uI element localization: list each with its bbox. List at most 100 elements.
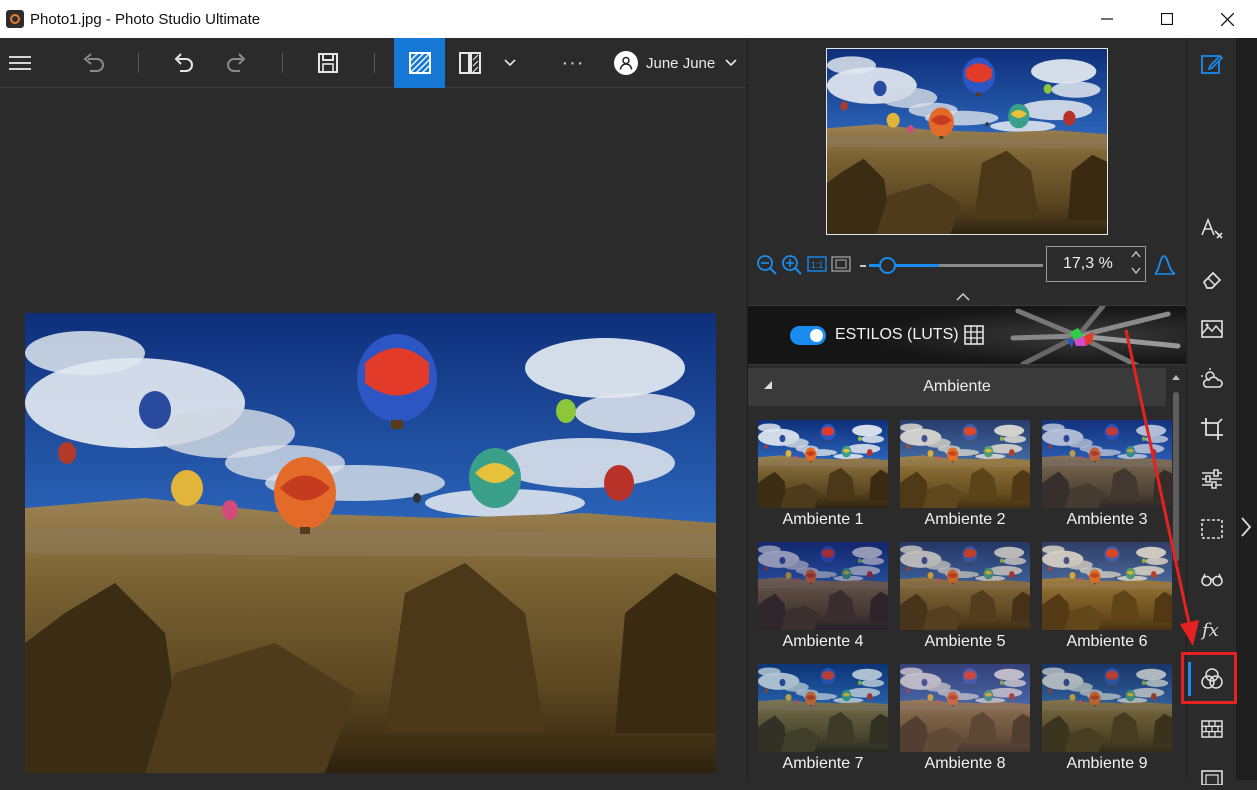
actual-size-icon: 1:1	[807, 256, 827, 272]
menu-button[interactable]	[6, 38, 34, 88]
chevron-right-icon	[1241, 517, 1252, 537]
adjustments-button[interactable]	[1199, 466, 1225, 492]
edit-icon	[1201, 54, 1224, 74]
style-thumbnail-label: Ambiente 2	[924, 511, 1006, 528]
style-thumbnail-label: Ambiente 1	[782, 511, 864, 528]
style-thumbnail[interactable]	[1042, 542, 1172, 630]
collapse-navigator-button[interactable]	[956, 288, 970, 306]
collapse-triangle-icon	[763, 380, 773, 393]
main-photo[interactable]	[25, 313, 716, 773]
category-header[interactable]: Ambiente	[748, 368, 1166, 406]
edit-button[interactable]	[1199, 51, 1225, 77]
svg-text:1:1: 1:1	[811, 260, 824, 270]
selection-button[interactable]	[1199, 516, 1225, 542]
fx-icon: fx	[1200, 620, 1219, 641]
window-title: Photo1.jpg - Photo Studio Ultimate	[30, 10, 261, 28]
undo-button[interactable]	[168, 38, 198, 88]
spin-down-icon[interactable]	[1131, 266, 1141, 277]
save-icon	[318, 53, 338, 73]
toolbar-separator	[282, 53, 283, 73]
image-canvas[interactable]	[0, 88, 746, 780]
split-view-button[interactable]	[455, 38, 485, 88]
close-button[interactable]	[1197, 0, 1257, 38]
user-name: June June	[646, 54, 716, 72]
user-menu[interactable]: June June	[614, 38, 737, 88]
text-style-icon	[1201, 217, 1223, 239]
compare-button[interactable]	[394, 38, 445, 88]
zoom-in-button[interactable]	[781, 254, 803, 281]
weather-icon	[1201, 368, 1223, 388]
hamburger-icon	[9, 56, 31, 70]
texture-button[interactable]	[1199, 716, 1225, 742]
landscape-icon	[1201, 320, 1223, 338]
crop-button[interactable]	[1199, 416, 1225, 442]
crop-icon	[1201, 418, 1223, 440]
histogram-icon	[1154, 255, 1176, 275]
zoom-out-button[interactable]	[756, 254, 778, 281]
spin-up-icon[interactable]	[1131, 250, 1141, 261]
compare-icon	[408, 52, 431, 74]
style-thumbnail[interactable]	[900, 542, 1030, 630]
glasses-button[interactable]	[1199, 566, 1225, 592]
zoom-slider[interactable]	[869, 257, 1043, 274]
style-thumbnail-label: Ambiente 4	[782, 633, 864, 650]
styles-header: ESTILOS (LUTS)	[748, 305, 1186, 365]
more-icon: ···	[561, 51, 585, 74]
style-thumbnail[interactable]	[900, 420, 1030, 508]
scroll-thumb[interactable]	[1173, 392, 1179, 562]
more-button[interactable]: ···	[555, 38, 591, 88]
undo-all-icon	[83, 53, 104, 72]
style-thumbnail[interactable]	[900, 664, 1030, 752]
expand-panel-button[interactable]	[1239, 516, 1253, 543]
maximize-button[interactable]	[1137, 0, 1197, 38]
view-dropdown-button[interactable]	[500, 38, 520, 88]
redo-icon	[227, 53, 246, 72]
panel-edge	[1236, 38, 1257, 780]
style-thumbnail[interactable]	[1042, 420, 1172, 508]
redo-button[interactable]	[222, 38, 252, 88]
styles-toggle[interactable]	[790, 326, 826, 345]
weather-button[interactable]	[1199, 366, 1225, 392]
zoom-value-field[interactable]: 17,3 %	[1046, 246, 1146, 282]
grid-view-button[interactable]	[964, 325, 984, 350]
zoom-in-icon	[782, 255, 802, 275]
slider-minus	[860, 265, 866, 267]
minimize-button[interactable]	[1077, 0, 1137, 38]
close-icon	[1220, 12, 1234, 26]
style-thumbnail[interactable]	[758, 420, 888, 508]
zoom-controls: 1:1 17,3 %	[756, 246, 1186, 286]
undo-all-button[interactable]	[78, 38, 108, 88]
style-thumbnail[interactable]	[758, 542, 888, 630]
zoom-out-icon	[757, 255, 777, 275]
title-bar: Photo1.jpg - Photo Studio Ultimate	[0, 0, 1257, 38]
zoom-fit-button[interactable]	[831, 256, 851, 277]
landscape-button[interactable]	[1199, 316, 1225, 342]
histogram-button[interactable]	[1154, 253, 1176, 280]
text-style-button[interactable]	[1199, 216, 1225, 242]
maximize-icon	[1161, 13, 1173, 25]
frame-button[interactable]	[1199, 764, 1225, 790]
eraser-icon	[1202, 271, 1222, 289]
avatar	[614, 51, 638, 75]
styles-label: ESTILOS (LUTS)	[835, 326, 959, 343]
eraser-button[interactable]	[1199, 266, 1225, 292]
fx-button[interactable]: fx	[1199, 616, 1225, 642]
main-toolbar: ··· June June	[0, 38, 746, 88]
style-thumbnail[interactable]	[758, 664, 888, 752]
chevron-down-icon	[725, 59, 737, 67]
style-thumbnail[interactable]	[1042, 664, 1172, 752]
svg-text:fx: fx	[1200, 620, 1219, 641]
zoom-value: 17,3 %	[1063, 255, 1113, 272]
adjustments-icon	[1202, 469, 1222, 489]
style-thumbnail-label: Ambiente 5	[924, 633, 1006, 650]
save-button[interactable]	[313, 38, 343, 88]
navigator-preview[interactable]	[826, 48, 1108, 235]
style-thumbnail-label: Ambiente 9	[1066, 755, 1148, 772]
highlight-box	[1181, 652, 1237, 704]
zoom-actual-size-button[interactable]: 1:1	[807, 256, 827, 277]
toolbar-separator	[138, 53, 139, 73]
texture-icon	[1201, 720, 1223, 738]
scroll-up-icon[interactable]	[1171, 372, 1181, 383]
zoom-slider-handle[interactable]	[879, 257, 896, 274]
glasses-icon	[1201, 573, 1223, 587]
